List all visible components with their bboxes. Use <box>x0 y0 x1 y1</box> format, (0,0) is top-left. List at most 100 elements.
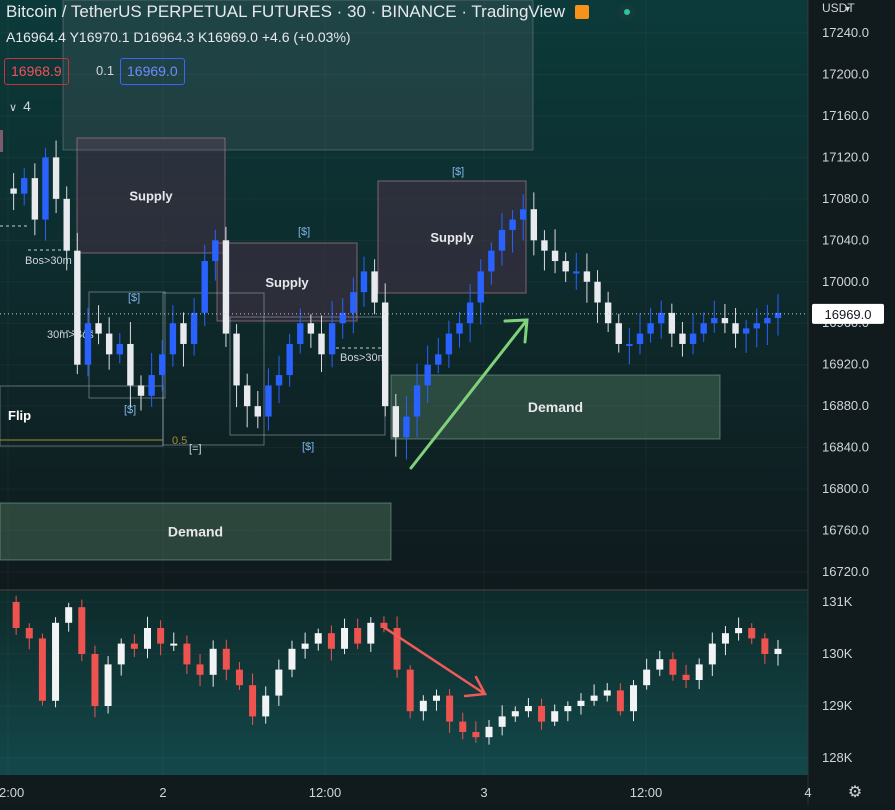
volume-candle-body <box>354 628 362 644</box>
volume-candle-body <box>38 638 46 701</box>
chart-area[interactable]: 17240.0 17200.0 17160.0 17120.0 17080.0 17040… <box>0 0 895 805</box>
currency-label: USDT <box>822 1 855 15</box>
price-tick-label: 17040.0 <box>822 232 869 247</box>
volume-candle-body <box>419 700 427 712</box>
volume-pane-background <box>0 590 808 775</box>
volume-candle-body <box>196 664 204 675</box>
price-tick-label: 17240.0 <box>822 25 869 40</box>
gear-icon: ⚙ <box>848 784 862 801</box>
chevron-down-icon: ▾ <box>845 4 850 15</box>
demand-label: Demand <box>528 399 583 415</box>
candle-body <box>265 385 272 417</box>
candle-body <box>498 229 506 251</box>
volume-tick-label: 128K <box>822 750 853 765</box>
volume-candle-body <box>761 638 769 654</box>
price-tick-label: 17160.0 <box>822 108 869 123</box>
chevron-down-icon: ∨ <box>9 102 18 114</box>
candle-body <box>413 385 421 417</box>
volume-candle-body <box>341 628 349 649</box>
candle-body <box>297 323 304 344</box>
volume-tick-label: 131K <box>822 594 853 609</box>
candle-body <box>307 323 315 334</box>
price-tick-label: 16800.0 <box>822 481 869 496</box>
candle-body <box>148 375 155 396</box>
price-tick-label: 16880.0 <box>822 398 869 413</box>
candle-body <box>328 323 336 355</box>
volume-candle-body <box>446 695 454 722</box>
candle-body <box>403 416 410 438</box>
indicators-toggle[interactable]: ∨ 4 <box>9 98 31 114</box>
time-tick-label: 2 <box>159 785 166 800</box>
candle-body <box>435 354 442 365</box>
annotation-label: Bos>30m <box>340 352 387 364</box>
candle-body <box>742 328 750 334</box>
volume-candle-body <box>262 695 270 717</box>
time-tick-label: 12:00 <box>0 785 24 800</box>
annotation-label: Flip <box>8 408 31 423</box>
volume-candle-body <box>630 685 638 712</box>
candle-body <box>615 323 622 344</box>
candle-body <box>764 318 771 324</box>
candle-body <box>488 250 495 272</box>
volume-candle-body <box>735 628 743 634</box>
volume-candle-body <box>406 669 414 712</box>
zone-edge <box>0 130 3 152</box>
volume-candle-body <box>643 669 651 686</box>
volume-candle-body <box>367 622 375 644</box>
volume-candle-body <box>157 628 165 644</box>
candle-body <box>636 333 644 344</box>
volume-candle-body <box>222 648 230 670</box>
annotation-label: [=] <box>189 443 202 455</box>
volume-candle-body <box>511 711 519 717</box>
candle-body <box>360 271 368 293</box>
candle-body <box>668 312 676 334</box>
candle-body <box>31 178 39 220</box>
supply-label: Supply <box>129 189 173 204</box>
volume-tick-label: 129K <box>822 698 853 713</box>
volume-candle-body <box>249 685 257 717</box>
volume-candle-body <box>117 643 125 665</box>
last-price-label: 16969.0 <box>825 307 872 322</box>
candle-body <box>350 292 357 313</box>
candle-body <box>286 343 293 376</box>
candle-body <box>689 333 697 344</box>
price-tick-label: 16760.0 <box>822 523 869 538</box>
candle-body <box>42 157 49 220</box>
time-tick-label: 3 <box>480 785 487 800</box>
volume-candle-body <box>143 628 151 649</box>
volume-candle-body <box>682 674 690 680</box>
volume-tick-label: 130K <box>822 646 853 661</box>
time-tick-label: 12:00 <box>630 785 663 800</box>
annotation-label: [$] <box>298 226 310 238</box>
volume-candle-body <box>314 633 322 644</box>
volume-candle-body <box>91 654 99 706</box>
annotation-label: [$] <box>302 441 314 453</box>
volume-candle-body <box>235 669 243 686</box>
candle-body <box>243 385 251 407</box>
candle-body <box>700 323 707 334</box>
chart-canvas[interactable]: 17240.0 17200.0 17160.0 17120.0 17080.0 17040… <box>0 0 895 805</box>
candle-body <box>127 343 134 386</box>
candle-body <box>318 333 325 355</box>
volume-candle-body <box>551 711 559 722</box>
candle-body <box>180 323 187 344</box>
buy-button[interactable]: 16969.0 <box>120 58 185 85</box>
candle-body <box>477 271 484 303</box>
candle-body <box>721 318 729 324</box>
candle-body <box>63 198 70 251</box>
candle-body <box>10 188 17 194</box>
sell-button[interactable]: 16968.9 <box>4 58 69 85</box>
candle-body <box>711 318 718 324</box>
candle-body <box>466 302 474 324</box>
volume-candle-body <box>52 622 60 701</box>
volume-candle-body <box>183 643 191 665</box>
candle-body <box>159 354 166 376</box>
candle-body <box>52 157 60 199</box>
time-tick-label: 12:00 <box>309 785 342 800</box>
supply-label: Supply <box>265 275 309 290</box>
candle-body <box>275 375 283 386</box>
candle-body <box>392 406 400 438</box>
candle-body <box>74 250 81 365</box>
volume-candle-body <box>695 664 703 680</box>
candle-body <box>626 343 633 346</box>
